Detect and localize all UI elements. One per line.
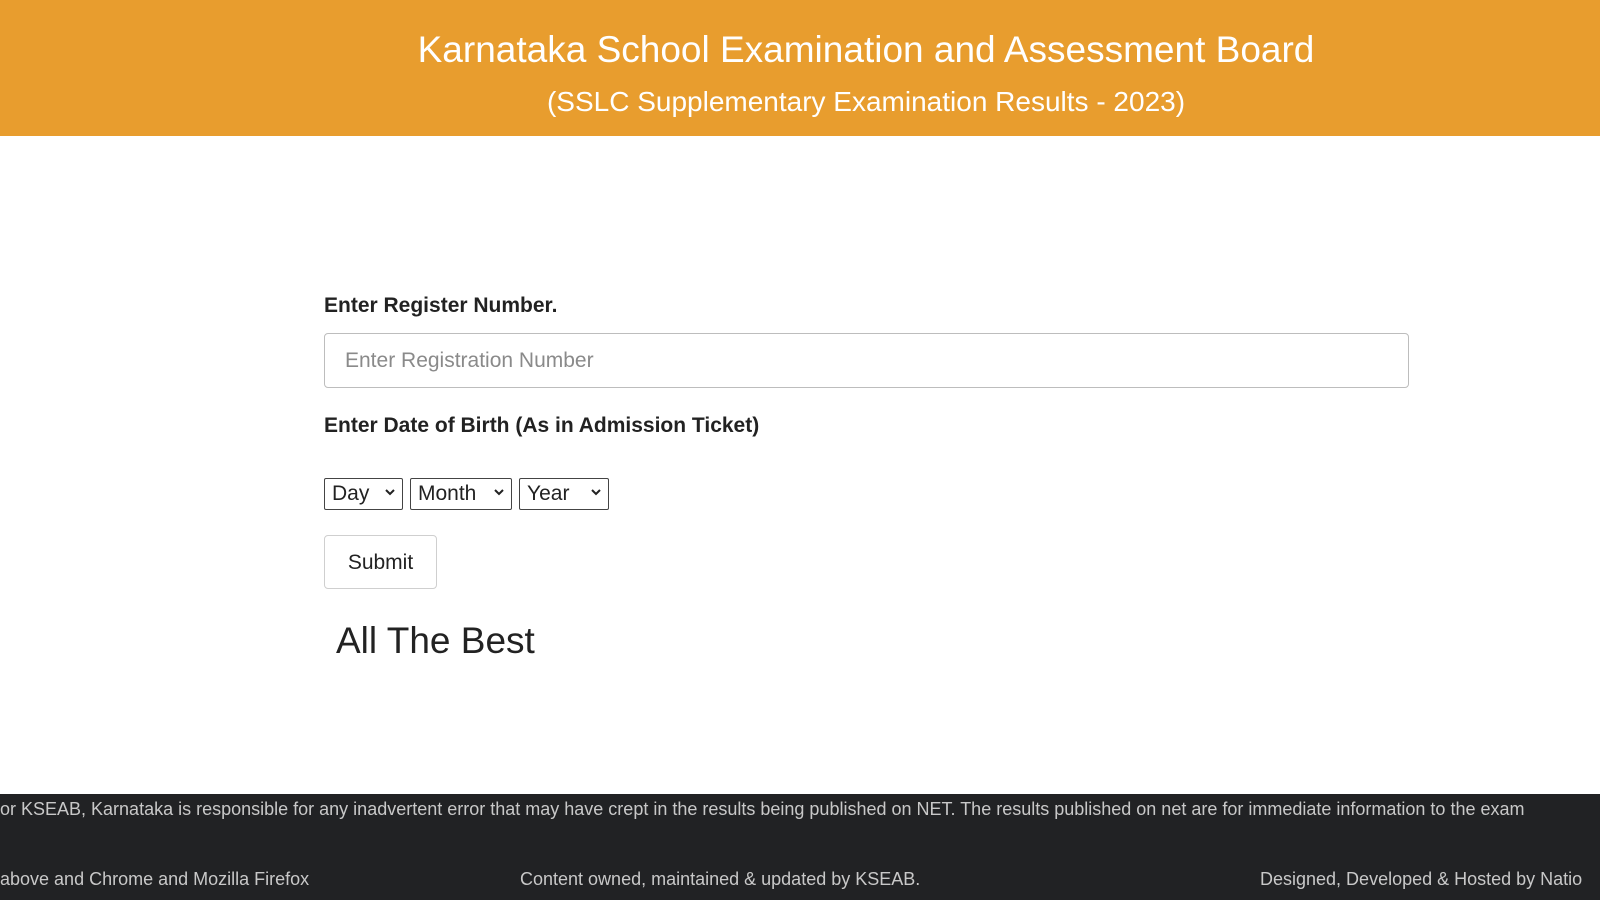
chevron-down-icon — [385, 489, 395, 496]
browser-compatibility-note: above and Chrome and Mozilla Firefox — [0, 869, 310, 889]
header-banner: Karnataka School Examination and Assessm… — [0, 0, 1600, 136]
chevron-down-icon — [591, 489, 601, 496]
year-select-value: Year — [527, 482, 570, 505]
content-ownership-note: Content owned, maintained & updated by K… — [520, 869, 921, 889]
day-select[interactable]: Day — [324, 478, 403, 510]
all-the-best-message: All The Best — [336, 620, 535, 661]
month-select-value: Month — [418, 482, 477, 505]
page-title: Karnataka School Examination and Assessm… — [417, 29, 1315, 70]
page-subtitle: (SSLC Supplementary Examination Results … — [546, 86, 1186, 117]
credits-note: Designed, Developed & Hosted by Natio — [1260, 869, 1583, 889]
chevron-down-icon — [494, 489, 504, 496]
year-select[interactable]: Year — [519, 478, 609, 510]
day-select-value: Day — [332, 482, 370, 505]
dob-label: Enter Date of Birth (As in Admission Tic… — [324, 414, 760, 437]
register-number-input[interactable] — [324, 333, 1409, 388]
disclaimer-marquee: or KSEAB, Karnataka is responsible for a… — [0, 794, 1600, 824]
disclaimer-text: or KSEAB, Karnataka is responsible for a… — [0, 799, 1525, 819]
footer: or KSEAB, Karnataka is responsible for a… — [0, 794, 1600, 900]
submit-button[interactable]: Submit — [324, 535, 437, 589]
register-number-label: Enter Register Number. — [324, 294, 558, 317]
month-select[interactable]: Month — [410, 478, 512, 510]
